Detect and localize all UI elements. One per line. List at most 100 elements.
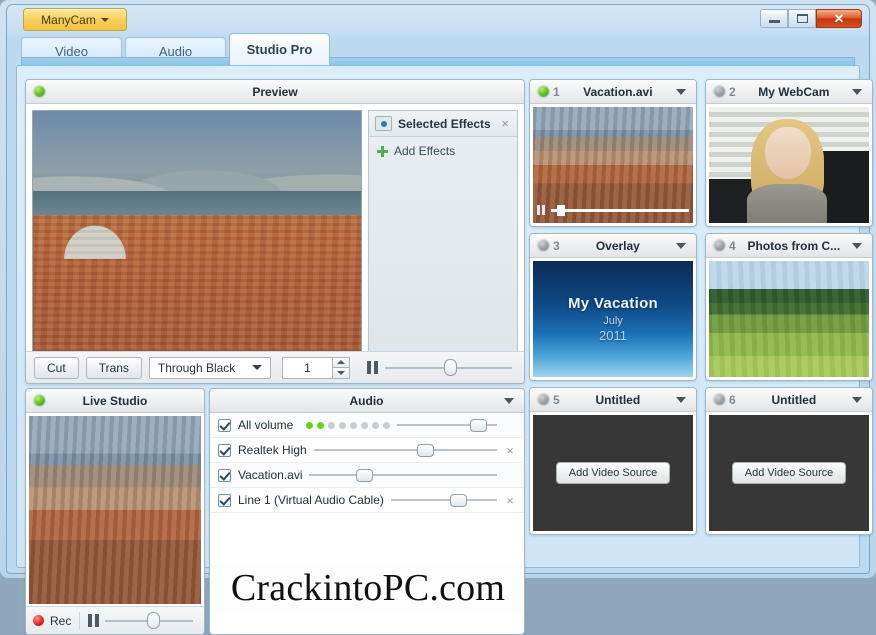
preview-bay [33,190,361,218]
source-6-video: Add Video Source [709,415,869,531]
source-1-number: 1 [553,84,560,99]
live-studio-volume-slider[interactable] [105,611,193,631]
chevron-down-icon[interactable] [676,242,686,249]
chevron-down-icon[interactable] [852,396,862,403]
minimize-button[interactable] [760,9,788,28]
stepper-up-button[interactable] [331,356,350,367]
close-effects-icon[interactable]: × [499,117,511,130]
duration-stepper[interactable]: 1 [281,356,350,379]
manycam-window: ManyCam ✕ Video Audio Studio Pro Preview… [0,0,876,635]
record-label[interactable]: Rec [50,614,71,628]
preview-pause-icon[interactable] [366,361,378,374]
preview-panel: Preview Selected Effects × Add Effects C… [25,79,525,384]
audio-checkbox-0[interactable] [218,418,231,432]
slider-knob[interactable] [470,418,488,432]
overlay-subtitle: July [603,315,623,327]
add-effects-button[interactable]: Add Effects [369,137,517,165]
manycam-menu-label: ManyCam [41,12,96,27]
cut-button[interactable]: Cut [34,356,79,379]
audio-checkbox-3[interactable] [218,493,231,507]
source-1-video[interactable] [533,107,693,223]
progress-handle[interactable] [556,204,565,216]
live-studio-video[interactable] [29,416,201,604]
slider-knob[interactable] [146,612,160,629]
source-5-header[interactable]: 5 Untitled [530,388,696,412]
source-3-status-led [538,240,549,251]
audio-level-meter [306,421,391,429]
maximize-button[interactable] [788,9,816,28]
overlay-year: 2011 [599,328,627,343]
audio-checkbox-2[interactable] [218,468,231,482]
source-2-header[interactable]: 2 My WebCam [706,80,872,104]
source-4-header[interactable]: 4 Photos from C... [706,234,872,258]
tabstrip-background [21,57,855,66]
add-effects-label: Add Effects [394,144,456,158]
add-video-source-button-6[interactable]: Add Video Source [731,462,847,484]
studio-pro-content: Preview Selected Effects × Add Effects C… [16,65,873,635]
source-5-number: 5 [553,392,560,407]
trans-button[interactable]: Trans [85,356,142,379]
source-2-video[interactable] [709,107,869,223]
source-5-empty: Add Video Source [533,415,693,531]
transition-value: Through Black [157,360,236,375]
chevron-down-icon[interactable] [852,242,862,249]
pause-icon[interactable] [537,205,545,215]
preview-volume-slider[interactable] [384,358,512,378]
audio-slider-3[interactable] [390,491,497,509]
audio-remove-3[interactable]: × [504,493,516,508]
audio-checkbox-1[interactable] [218,443,231,457]
source-1-header[interactable]: 1 Vacation.avi [530,80,696,104]
source-6-empty: Add Video Source [709,415,869,531]
audio-row-vacation: Vacation.avi [210,463,524,488]
transition-select[interactable]: Through Black [148,356,271,379]
source-panel-2: 2 My WebCam [705,79,873,227]
chevron-down-icon[interactable] [676,88,686,95]
preview-video-surface[interactable] [32,110,362,353]
live-studio-panel: Live Studio Rec [25,388,205,635]
record-icon[interactable] [33,615,44,626]
source-3-header[interactable]: 3 Overlay [530,234,696,258]
manycam-menu-button[interactable]: ManyCam [23,8,127,31]
source-4-video[interactable] [709,261,869,377]
live-studio-header: Live Studio [26,389,204,413]
source-5-title: Untitled [595,392,641,407]
live-studio-pause-icon[interactable] [88,614,100,627]
chevron-down-icon[interactable] [676,396,686,403]
chevron-down-icon[interactable] [504,397,514,404]
add-video-source-button-5[interactable]: Add Video Source [555,462,671,484]
slider-knob[interactable] [416,443,434,457]
watermark: CrackintoPC.com [213,564,523,612]
source-2-title: My WebCam [758,84,830,99]
audio-slider-0[interactable] [397,416,497,434]
audio-remove-1[interactable]: × [504,443,516,458]
close-button[interactable]: ✕ [816,9,862,28]
audio-header: Audio [210,389,524,413]
source-4-status-led [714,240,725,251]
source-3-video[interactable]: My Vacation July 2011 [533,261,693,377]
slider-track [390,499,497,501]
source-1-status-led [538,86,549,97]
source-3-thumbnail: My Vacation July 2011 [533,261,693,377]
tab-studio-pro-label: Studio Pro [246,42,313,57]
slider-knob[interactable] [355,468,373,482]
source-6-status-led [714,394,725,405]
arrow-up-icon [336,360,345,365]
preview-toolbar: Cut Trans Through Black 1 [26,351,524,383]
tab-studio-pro[interactable]: Studio Pro [229,33,330,65]
live-studio-toolbar: Rec [26,606,204,634]
progress-bar[interactable] [551,204,689,216]
source-1-playback-bar[interactable] [537,203,689,217]
selected-effects-header: Selected Effects × [369,111,517,137]
audio-slider-1[interactable] [313,441,497,459]
plus-icon [377,145,388,157]
stepper-down-button[interactable] [331,367,350,379]
live-studio-title: Live Studio [82,393,148,408]
source-6-number: 6 [729,392,736,407]
source-6-header[interactable]: 6 Untitled [706,388,872,412]
slider-knob[interactable] [449,493,467,507]
slider-knob[interactable] [444,359,458,376]
source-3-title: Overlay [595,238,640,253]
audio-slider-2[interactable] [309,466,497,484]
preview-mountains [33,111,361,198]
chevron-down-icon[interactable] [852,88,862,95]
